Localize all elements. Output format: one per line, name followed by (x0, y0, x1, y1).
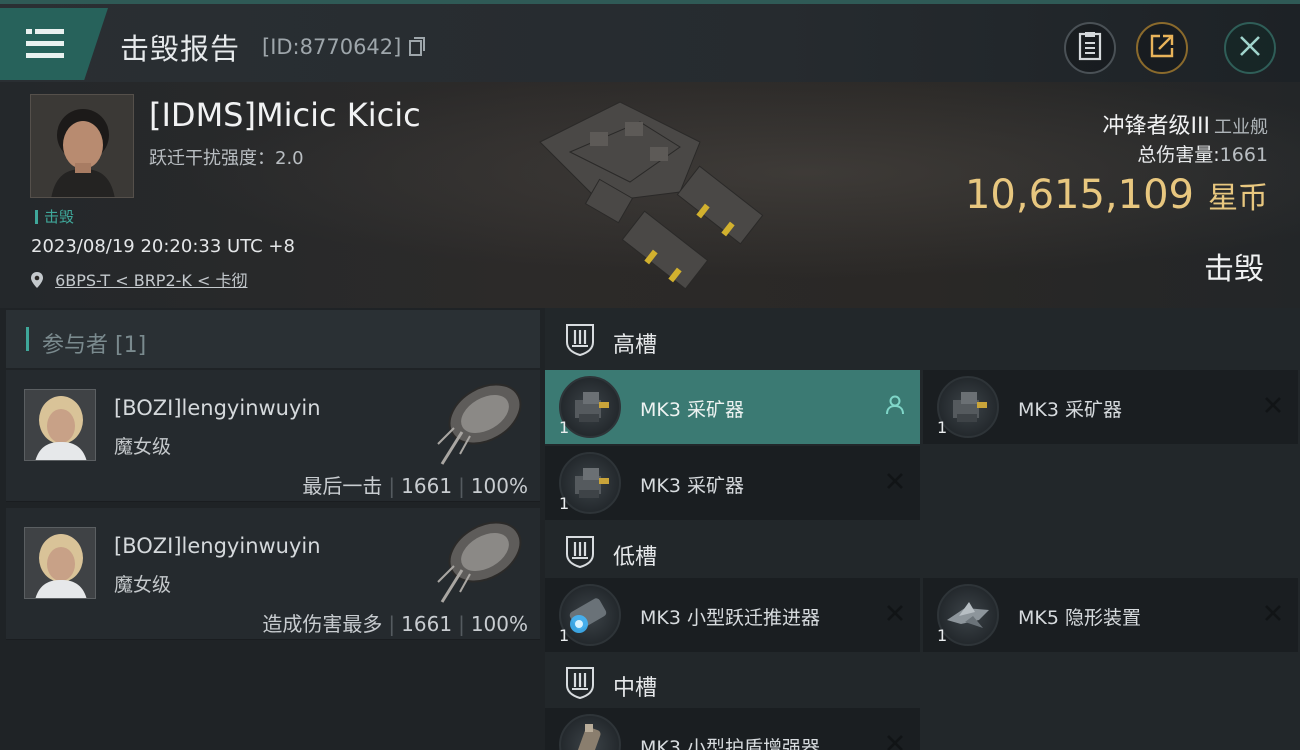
victim-ship-class: 冲锋者级III 工业舰 (1103, 108, 1268, 140)
high-slot-label: 高槽 (613, 333, 658, 358)
participant-damage: 1661 (401, 474, 453, 498)
kill-summary: [IDMS]Micic Kicic 跃迁干扰强度：2.0 击毁 2023/08/… (0, 82, 1300, 308)
divider: | (458, 612, 465, 636)
low-slot-label: 低槽 (613, 545, 658, 570)
header-bar: 击毁报告 [ID:8770642] (0, 4, 1300, 82)
kill-location[interactable]: 6BPS-T < BRP2-K < 卡彻 (30, 267, 247, 293)
module-quantity: 1 (559, 494, 570, 513)
x-icon (1262, 602, 1284, 624)
close-icon (1238, 34, 1262, 62)
victim-ship-image (530, 92, 770, 292)
menu-icon (26, 29, 64, 59)
participant-percent: 100% (470, 612, 528, 636)
slot-shield-icon (563, 665, 597, 700)
participant-avatar[interactable] (24, 389, 96, 461)
warp-scramble-strength: 跃迁干扰强度：2.0 (149, 148, 304, 169)
isk-value: 10,615,109 星币 (965, 172, 1268, 218)
location-link[interactable]: 6BPS-T < BRP2-K < 卡彻 (55, 271, 247, 290)
participant-ship: 魔女级 (114, 574, 172, 596)
participant-percent: 100% (470, 474, 528, 498)
close-button[interactable] (1224, 22, 1276, 74)
clipboard-button[interactable] (1064, 22, 1116, 74)
kill-datetime: 2023/08/19 20:20:33 UTC +8 (31, 236, 295, 257)
share-button[interactable] (1136, 22, 1188, 74)
module-item[interactable]: 1 MK3 采矿器 (545, 370, 920, 444)
participants-panel: 参与者 [1] [BOZI]lengyinwuyin 魔女级 最后一击 | 1661… (0, 308, 540, 750)
total-damage-label: 总伤害量: (1137, 144, 1220, 166)
slot-shield-icon (563, 322, 597, 357)
module-name: MK3 小型跃迁推进器 (640, 607, 820, 629)
module-name: MK3 采矿器 (1018, 399, 1122, 421)
x-icon (884, 470, 906, 492)
page-title: 击毁报告 (120, 32, 241, 66)
victim-name: [IDMS]Micic Kicic (149, 96, 421, 134)
participant-stats: 造成伤害最多 | 1661 | 100% (262, 608, 528, 637)
fittings-panel: 高槽 1 MK3 采矿器 1 MK3 采矿器 1 MK3 采矿器 低槽 1 MK… (545, 308, 1300, 750)
slot-shield-icon (563, 534, 597, 569)
high-slot-header: 高槽 (545, 308, 1300, 370)
x-icon (884, 602, 906, 624)
total-damage: 总伤害量:1661 (1137, 140, 1268, 167)
divider: | (458, 474, 465, 498)
location-pin-icon (30, 271, 44, 293)
low-slot-header: 低槽 (545, 520, 1300, 582)
mid-slot-header: 中槽 (545, 651, 1300, 713)
module-item[interactable]: 1 MK5 隐形装置 (923, 578, 1298, 652)
participants-title: 参与者 [1] (42, 333, 147, 358)
participant-damage: 1661 (401, 612, 453, 636)
module-item[interactable]: 1 MK3 采矿器 (923, 370, 1298, 444)
participant-ship-image (430, 374, 530, 466)
module-name: MK3 采矿器 (640, 399, 744, 421)
status-tag: 击毁 (35, 206, 74, 227)
ship-name: 冲锋者级III (1102, 114, 1210, 139)
participant-avatar[interactable] (24, 527, 96, 599)
module-name: MK5 隐形装置 (1018, 607, 1141, 629)
participant-role: 最后一击 (302, 474, 383, 498)
ship-type: 工业舰 (1214, 117, 1268, 138)
module-item[interactable]: 1 MK3 采矿器 (545, 446, 920, 520)
share-icon (1149, 33, 1175, 63)
module-name: MK3 采矿器 (640, 475, 744, 497)
isk-amount: 10,615,109 (964, 172, 1194, 218)
shield-booster-icon (559, 714, 621, 750)
participant-name[interactable]: [BOZI]lengyinwuyin (114, 534, 321, 558)
divider: | (388, 612, 396, 636)
participant-stats: 最后一击 | 1661 | 100% (302, 470, 528, 499)
x-icon (1262, 394, 1284, 416)
module-name: MK3 小型护盾增强器 (640, 737, 820, 750)
participant-ship-image (430, 512, 530, 604)
copy-icon[interactable] (408, 37, 426, 62)
module-quantity: 1 (937, 418, 948, 437)
participant-role: 造成伤害最多 (262, 612, 383, 636)
total-damage-value: 1661 (1219, 144, 1268, 166)
kill-result: 击毁 (1204, 252, 1264, 287)
participant-name[interactable]: [BOZI]lengyinwuyin (114, 396, 321, 420)
module-quantity: 1 (559, 626, 570, 645)
x-icon (884, 732, 906, 750)
module-quantity: 1 (559, 418, 570, 437)
report-id: [ID:8770642] (262, 35, 426, 62)
participant-ship: 魔女级 (114, 436, 172, 458)
menu-button[interactable] (0, 8, 108, 80)
module-quantity: 1 (937, 626, 948, 645)
mid-slot-label: 中槽 (613, 676, 658, 701)
report-id-text: [ID:8770642] (262, 35, 402, 59)
person-icon (884, 394, 906, 416)
participants-header: 参与者 [1] (6, 310, 540, 368)
clipboard-icon (1077, 31, 1103, 65)
participant-row[interactable]: [BOZI]lengyinwuyin 魔女级 造成伤害最多 | 1661 | 100% (6, 508, 540, 640)
divider: | (388, 474, 396, 498)
module-item[interactable]: 1 MK3 小型跃迁推进器 (545, 578, 920, 652)
participant-row[interactable]: [BOZI]lengyinwuyin 魔女级 最后一击 | 1661 | 100% (6, 370, 540, 502)
victim-portrait[interactable] (30, 94, 134, 198)
module-item[interactable]: 1 MK3 小型护盾增强器 (545, 708, 920, 750)
header-accent-bar (26, 327, 29, 351)
isk-unit: 星币 (1208, 181, 1268, 216)
